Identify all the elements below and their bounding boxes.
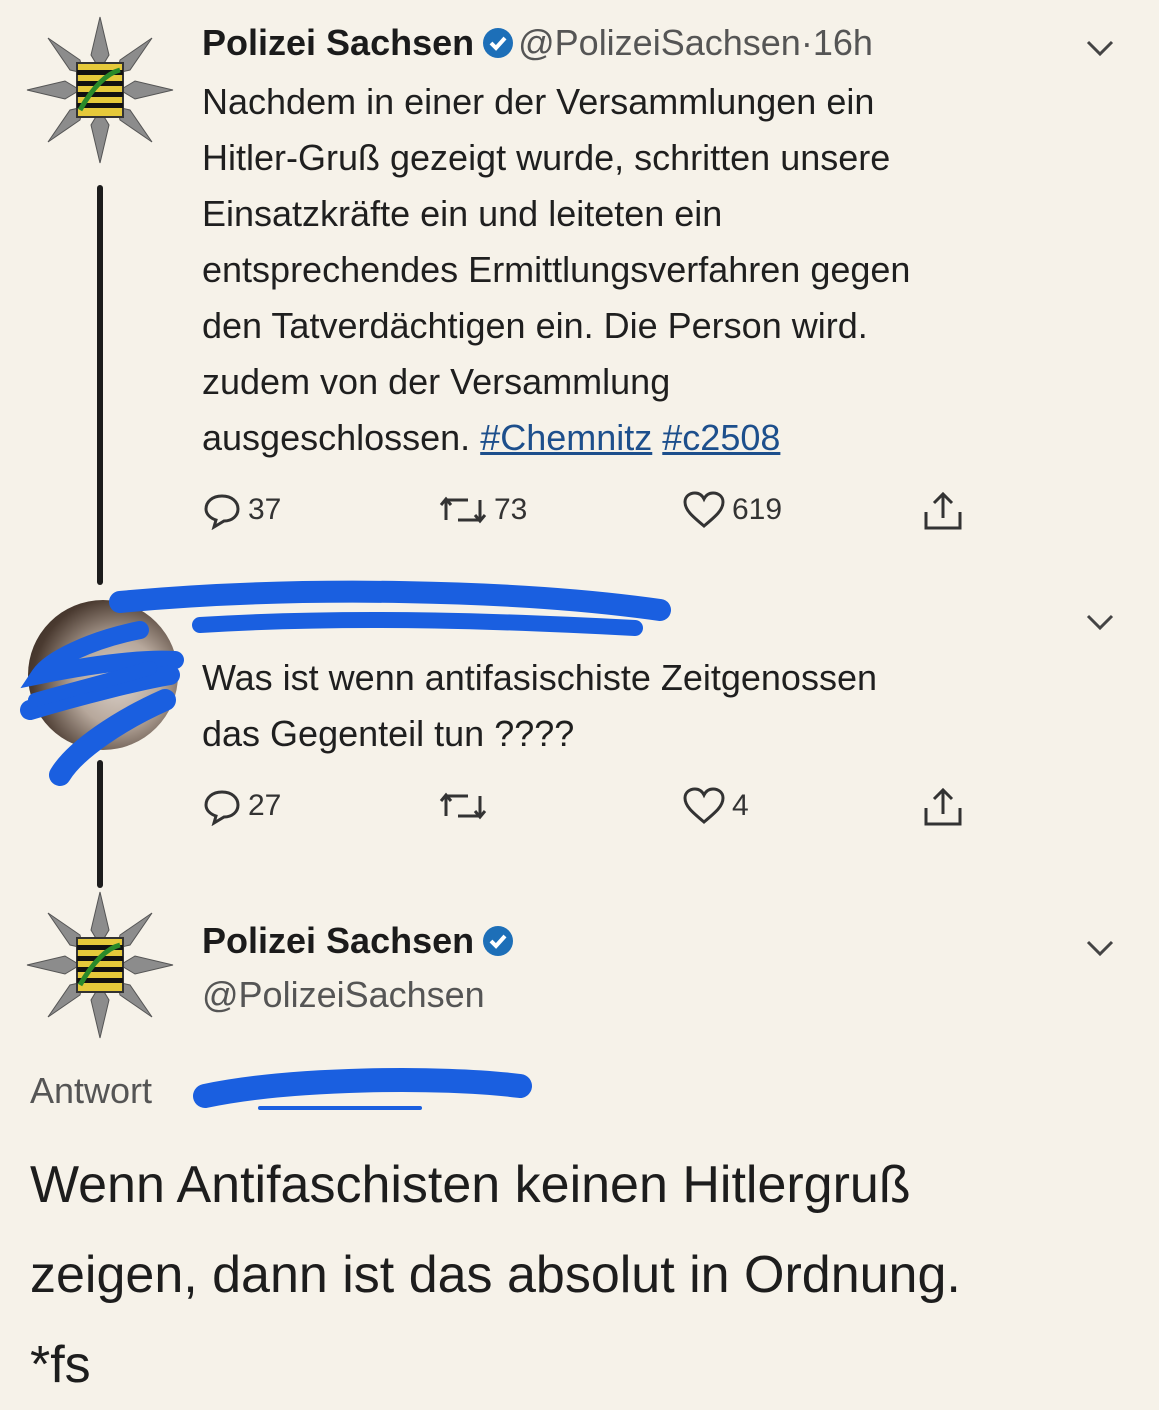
reply-icon xyxy=(204,494,240,530)
share-button[interactable] xyxy=(920,488,972,534)
like-count: 4 xyxy=(732,789,749,822)
tweet-text-line: Nachdem in einer der Versammlungen ein xyxy=(202,81,875,122)
like-button[interactable]: 619 xyxy=(682,490,782,530)
author-handle-line: @PolizeiSachsen xyxy=(202,974,485,1016)
share-button[interactable] xyxy=(920,784,972,830)
tweet-time[interactable]: 16h xyxy=(813,22,873,63)
reply-button[interactable]: 27 xyxy=(202,786,281,826)
tweet-text-line: Wenn Antifaschisten keinen Hitlergruß xyxy=(30,1156,911,1214)
reply-icon xyxy=(204,790,240,826)
hashtag-link[interactable]: #c2508 xyxy=(662,417,780,458)
tweet-text-line: das Gegenteil tun ???? xyxy=(202,713,575,754)
thread-line xyxy=(97,185,103,585)
redaction-scribble xyxy=(193,1068,532,1110)
author-handle[interactable]: @PolizeiSachsen xyxy=(518,22,801,63)
author-name[interactable]: Polizei Sachsen xyxy=(202,22,474,63)
retweet-button[interactable] xyxy=(438,786,494,826)
reply-button[interactable]: 37 xyxy=(202,490,281,530)
chevron-down-icon[interactable] xyxy=(1082,30,1118,66)
retweet-button[interactable]: 73 xyxy=(438,490,527,530)
share-icon xyxy=(924,787,962,826)
like-icon xyxy=(683,491,725,528)
reply-count: 27 xyxy=(248,789,282,822)
tweet-text-line: den Tatverdächtigen ein. Die Person wird… xyxy=(202,305,868,346)
tweet-text: Was ist wenn antifasischiste Zeitgenosse… xyxy=(202,650,877,762)
reply-count: 37 xyxy=(248,493,282,526)
verified-icon xyxy=(483,926,514,956)
tweet-text-line: ausgeschlossen. #Chemnitz #c2508 xyxy=(202,410,910,466)
chevron-down-icon[interactable] xyxy=(1082,604,1118,640)
retweet-icon xyxy=(439,792,487,820)
retweet-count: 73 xyxy=(494,493,528,526)
reply-to-label: Antwort xyxy=(30,1070,153,1111)
tweet-header: Polizei Sachsen xyxy=(202,920,518,962)
like-icon xyxy=(683,787,725,824)
tweet-text-line: zudem von der Versammlung xyxy=(202,361,671,402)
tweet-text: Nachdem in einer der Versammlungen ein H… xyxy=(202,74,910,466)
police-star-icon[interactable] xyxy=(25,15,175,165)
tweet-text-line: *fs xyxy=(30,1336,91,1394)
hashtag-link[interactable]: #Chemnitz xyxy=(480,417,652,458)
author-handle[interactable]: @PolizeiSachsen xyxy=(202,974,485,1015)
verified-icon xyxy=(483,28,514,58)
tweet-text-line: Einsatzkräfte ein und leiteten ein xyxy=(202,193,723,234)
tweet-text-line: Hitler-Gruß gezeigt wurde, schritten uns… xyxy=(202,137,891,178)
tweet-text: Wenn Antifaschisten keinen Hitlergruß ze… xyxy=(30,1140,961,1410)
author-name[interactable]: Polizei Sachsen xyxy=(202,920,474,961)
separator-dot: · xyxy=(800,22,813,63)
police-star-icon[interactable] xyxy=(25,890,175,1040)
chevron-down-icon[interactable] xyxy=(1082,930,1118,966)
share-icon xyxy=(924,491,962,530)
tweet-text-line: zeigen, dann ist das absolut in Ordnung. xyxy=(30,1246,961,1304)
tweet-text-segment: ausgeschlossen. xyxy=(202,417,471,458)
tweet-text-line: entsprechendes Ermittlungsverfahren gege… xyxy=(202,249,911,290)
like-button[interactable]: 4 xyxy=(682,786,749,826)
retweet-icon xyxy=(439,496,487,524)
tweet-header: Polizei Sachsen @PolizeiSachsen·16h xyxy=(202,22,873,64)
tweet-text-line: Was ist wenn antifasischiste Zeitgenosse… xyxy=(202,657,877,698)
like-count: 619 xyxy=(732,493,783,526)
